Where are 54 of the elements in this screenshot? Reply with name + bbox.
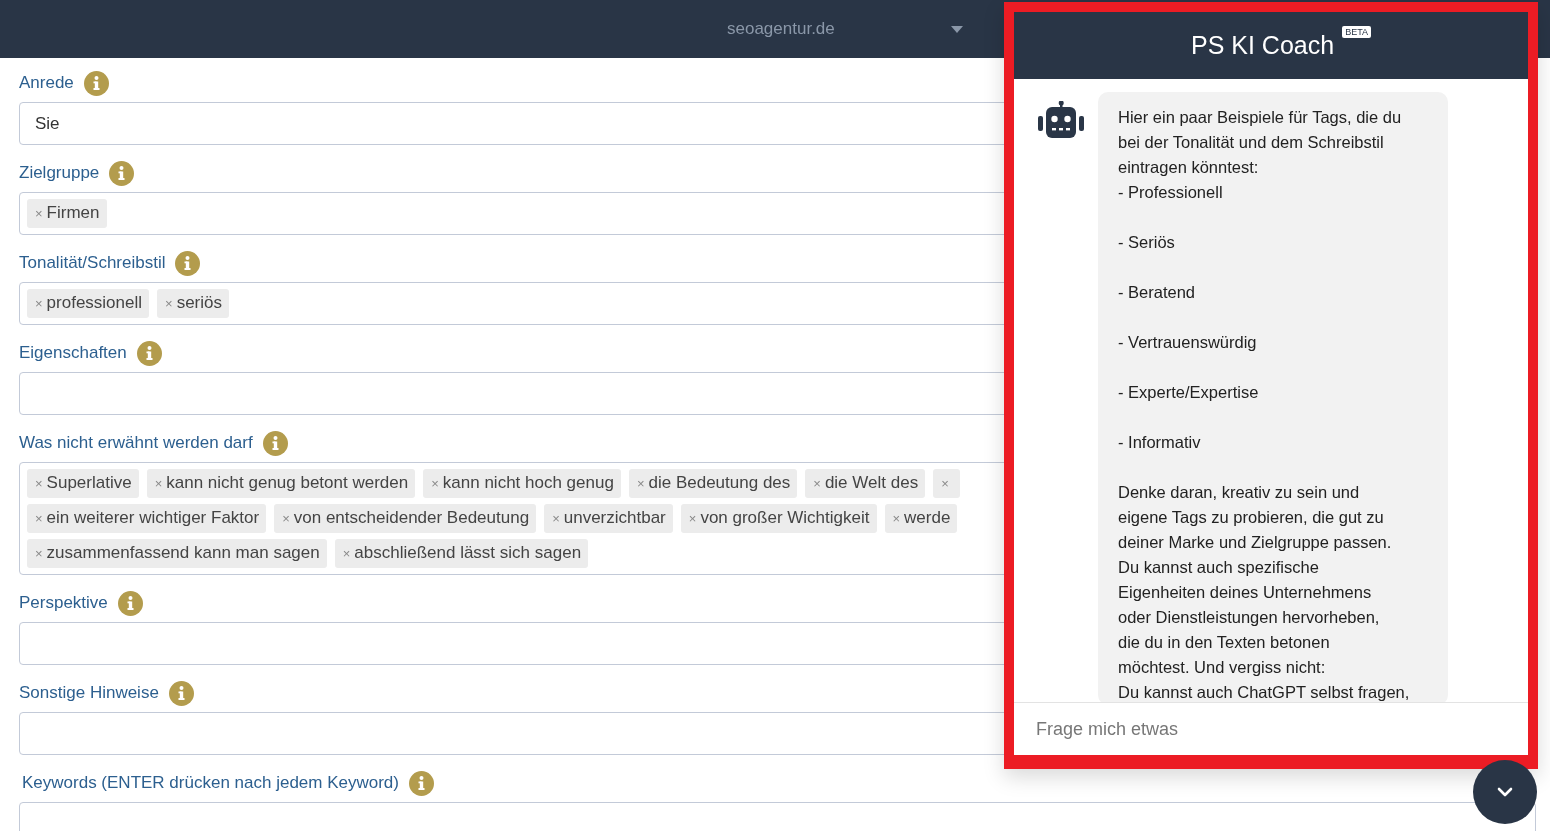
tag-chip[interactable]: × von entscheidender Bedeutung [274,504,537,533]
info-icon[interactable] [136,340,162,366]
domain-select[interactable]: seoagentur.de [727,19,835,39]
field-label: Eigenschaften [19,343,127,363]
field-label: Sonstige Hinweise [19,683,159,703]
info-icon[interactable] [117,590,143,616]
tag-label: werde [904,508,951,527]
tag-label: unverzichtbar [563,508,666,527]
tag-chip[interactable]: × Superlative [27,469,139,498]
tag-chip[interactable]: × seriös [157,289,229,318]
tag-label: professionell [46,293,143,312]
info-icon[interactable] [175,250,201,276]
tag-label: seriös [176,293,222,312]
chat-input[interactable]: Frage mich etwas [1014,702,1528,755]
field-label: Keywords (ENTER drücken nach jedem Keyword) [22,773,399,793]
robot-icon [1038,101,1084,138]
tag-label: kann nicht hoch genug [442,473,614,492]
field-label: Anrede [19,73,74,93]
tag-label: die Welt des [824,473,919,492]
tag-label: die Bedeutung des [648,473,791,492]
tag-chip[interactable]: × professionell [27,289,150,318]
tag-chip[interactable]: × Firmen [27,199,107,228]
field-label: Was nicht erwähnt werden darf [19,433,253,453]
field-label: Zielgruppe [19,163,100,183]
beta-badge: BETA [1342,26,1371,38]
tag-label: von entscheidender Bedeutung [293,508,530,527]
field-label: Tonalität/Schreibstil [19,253,166,273]
tag-chip[interactable]: × die Bedeutung des [628,469,798,498]
chevron-down-icon [1497,787,1513,797]
info-icon[interactable] [409,770,434,796]
chat-title: PS KI Coach [1191,31,1335,60]
tag-label: kann nicht genug betont werden [166,473,409,492]
tag-chip[interactable]: × zusammenfassend kann man sagen [27,539,327,568]
tag-chip[interactable]: × abschließend lässt sich sagen [334,539,589,568]
info-icon[interactable] [168,680,194,706]
tag-chip[interactable]: × kann nicht genug betont werden [146,469,416,498]
tag-chip[interactable]: × unverzichtbar [544,504,673,533]
caret-icon[interactable] [950,25,963,33]
info-icon[interactable] [109,160,135,186]
tag-chip[interactable]: × kann nicht hoch genug [423,469,621,498]
tag-chip[interactable]: × werde [884,504,958,533]
tag-chip[interactable]: × ein weiterer wichtiger Faktor [27,504,267,533]
tag-label: ein weiterer wichtiger Faktor [46,508,260,527]
tag-label: zusammenfassend kann man sagen [46,543,320,562]
tag-label: abschließend lässt sich sagen [354,543,582,562]
tag-chip[interactable]: × von großer Wichtigkeit [680,504,877,533]
tag-chip[interactable]: × die Welt des [805,469,926,498]
tag-label: von großer Wichtigkeit [700,508,870,527]
tag-label: Superlative [46,473,132,492]
tag-label: Firmen [46,203,100,222]
info-icon[interactable] [262,430,288,456]
chat-message: Hier ein paar Beispiele für Tags, die du bei der Tonalität und dem Schreibstil eintragen könntest: - Professionell - Seriös - Beratend - Vertrauenswürdig - Experte/Expertise - Informativ Denke daran, kreativ zu sein und eigene Tags zu probieren, die gut zu deiner Marke und Zielgruppe passen. Du kannst auch spezifische Eigenheiten deines Unternehmens oder Dienstleistungen hervorheben, die du in den Texten betonen möchtest. Und vergiss nicht: Du kannst auch ChatGPT selbst fragen, [1098,92,1448,702]
field-label: Perspektive [19,593,108,613]
info-icon[interactable] [83,70,109,96]
